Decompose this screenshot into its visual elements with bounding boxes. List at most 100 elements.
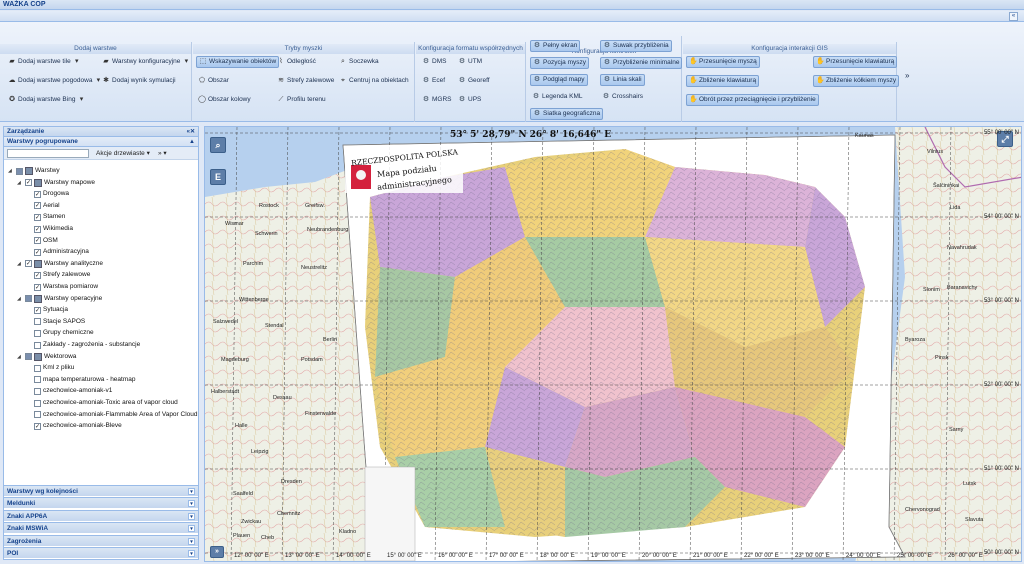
panel-toggle-button[interactable]: E: [210, 169, 226, 185]
tree-node[interactable]: Administracyjna: [26, 247, 89, 257]
keyboard-zoom-button[interactable]: ✋ Zbliżenie klawiaturą: [686, 75, 760, 87]
chevron-down-icon[interactable]: ▾: [188, 488, 195, 495]
overview-map-control-button[interactable]: ⚙ Podgląd mapy: [530, 74, 588, 86]
accordion-header[interactable]: Znaki MSWiA ▾: [4, 522, 198, 534]
tree-node[interactable]: czechowice-amoniak-Flammable Area of Vap…: [26, 410, 198, 420]
layer-checkbox[interactable]: [34, 387, 41, 395]
add-tile-layer-button[interactable]: ▰ Dodaj warstwe tile ▾: [6, 56, 83, 68]
layer-checkbox[interactable]: [34, 422, 41, 430]
layer-checkbox[interactable]: [34, 283, 41, 291]
config-layers-button[interactable]: ▰ Warstwy konfiguracyjne ▾: [100, 56, 192, 68]
chevron-down-icon[interactable]: ▾: [188, 500, 195, 508]
layer-checkbox[interactable]: [25, 179, 32, 187]
chevron-down-icon[interactable]: ▾: [188, 525, 195, 533]
add-simulation-result-button[interactable]: ✱ Dodaj wynik symulacji: [100, 75, 178, 87]
terrain-profile-button[interactable]: ⟋ Profilu terenu: [275, 94, 328, 106]
layer-checkbox[interactable]: [34, 213, 41, 221]
tree-actions-menu[interactable]: Akcje drzewiaste ▾: [96, 149, 150, 157]
tree-node[interactable]: Wikimedia: [26, 224, 73, 234]
search-icon[interactable]: ⌕: [210, 137, 226, 153]
drag-rotate-zoom-button[interactable]: ✋ Obrót przez przeciągnięcie i przybliżen…: [686, 94, 819, 106]
layer-checkbox[interactable]: [34, 237, 41, 245]
graticule-control-button[interactable]: ⚙ Siatka geograficzna: [530, 108, 604, 120]
chevron-down-icon[interactable]: ▾: [188, 537, 195, 545]
expand-icon[interactable]: ◢: [17, 294, 23, 304]
tree-filter-input[interactable]: [7, 149, 89, 158]
tree-node[interactable]: Sytuacja: [26, 305, 68, 315]
ribbon-more-button[interactable]: »: [903, 70, 911, 82]
tree-node[interactable]: Grupy chemiczne: [26, 328, 94, 338]
collapse-ribbon-button[interactable]: «: [1009, 12, 1018, 21]
accordion-header[interactable]: Znaki APP6A ▾: [4, 509, 198, 521]
accordion-header[interactable]: POI ▾: [4, 547, 198, 558]
select-objects-mode-button[interactable]: ⬚ Wskazywanie obiektów: [196, 56, 280, 68]
tree-node[interactable]: Kml z pliku: [26, 363, 74, 373]
expand-icon[interactable]: ◢: [17, 352, 23, 362]
chevron-down-icon[interactable]: ▾: [188, 512, 195, 520]
keyboard-pan-button[interactable]: ✋ Przesunięcie klawiaturą: [813, 56, 898, 68]
tree-node[interactable]: Zakłady - zagrożenia - substancje: [26, 340, 140, 350]
tree-node[interactable]: OSM: [26, 236, 58, 246]
tree-node[interactable]: czechowice-amoniak-v1: [26, 386, 112, 396]
collapse-section-icon[interactable]: ▲: [189, 137, 195, 147]
accordion-header[interactable]: Meldunki ▾: [4, 497, 198, 509]
scale-line-control-button[interactable]: ⚙ Linia skali: [600, 74, 645, 86]
mouse-position-control-button[interactable]: ⚙ Pozycja myszy: [530, 57, 589, 69]
mouse-pan-button[interactable]: ✋ Przesunięcie myszą: [686, 56, 760, 68]
add-bing-layer-button[interactable]: ✪ Dodaj warstwe Bing ▾: [6, 94, 87, 106]
layer-checkbox[interactable]: [16, 167, 23, 175]
layer-checkbox[interactable]: [34, 376, 41, 384]
flood-zones-mode-button[interactable]: ≋ Strefy zalewowe: [275, 75, 336, 87]
expand-icon[interactable]: ◢: [17, 178, 23, 188]
section-header[interactable]: Warstwy pogrupowane ▲: [4, 137, 198, 147]
area-mode-button[interactable]: ⬠ Obszar: [196, 75, 231, 87]
tree-node[interactable]: czechowice-amoniak-Bleve: [26, 421, 122, 431]
expand-icon[interactable]: ◢: [8, 166, 14, 176]
dms-format-button[interactable]: ⚙ DMS: [420, 56, 448, 68]
crosshairs-control-button[interactable]: ⚙ Crosshairs: [600, 91, 645, 103]
tree-node[interactable]: ◢ Warstwy operacyjne: [17, 294, 102, 304]
tree-node[interactable]: Strefy zalewowe: [26, 270, 90, 280]
layer-checkbox[interactable]: [34, 248, 41, 256]
chevron-down-icon[interactable]: ▾: [188, 550, 195, 557]
toolbar-more-button[interactable]: » ▾: [158, 149, 167, 157]
center-objects-button[interactable]: ⌖ Centruj na obiektach: [337, 75, 411, 87]
add-weather-layer-button[interactable]: ☁ Dodaj warstwe pogodowa ▾: [6, 75, 104, 87]
fullscreen-control-button[interactable]: ⚙ Pełny ekran: [530, 40, 581, 52]
layer-checkbox[interactable]: [34, 225, 41, 233]
tree-node[interactable]: ◢ Warstwy: [8, 166, 60, 176]
layer-checkbox[interactable]: [34, 202, 41, 210]
tree-node[interactable]: ◢ Warstwy analityczne: [17, 259, 103, 269]
mgrs-format-button[interactable]: ⚙ MGRS: [420, 94, 454, 106]
map-view[interactable]: 53° 5' 28,79" N 26° 8' 16,646" E RZECZPO…: [204, 126, 1022, 562]
tree-node[interactable]: Warstwa pomiarow: [26, 282, 98, 292]
distance-mode-button[interactable]: ⌇ Odległość: [275, 56, 318, 68]
layer-checkbox[interactable]: [34, 341, 41, 349]
kml-legend-control-button[interactable]: ⚙ Legenda KML: [530, 91, 584, 103]
map-canvas[interactable]: [205, 127, 1022, 562]
layer-checkbox[interactable]: [25, 295, 32, 303]
tree-node[interactable]: czechowice-amoniak-Toxic area of vapor c…: [26, 398, 178, 408]
layer-checkbox[interactable]: [34, 190, 41, 198]
tree-node[interactable]: ◢ Warstwy mapowe: [17, 178, 95, 188]
layer-checkbox[interactable]: [34, 271, 41, 279]
layer-checkbox[interactable]: [34, 399, 41, 407]
tree-node[interactable]: Drogowa: [26, 189, 69, 199]
ups-format-button[interactable]: ⚙ UPS: [456, 94, 483, 106]
lens-mode-button[interactable]: ⌕ Soczewka: [337, 56, 381, 68]
min-zoom-control-button[interactable]: ⚙ Przybliżenie minimalne: [600, 57, 683, 69]
georeff-format-button[interactable]: ⚙ Georeff: [456, 75, 492, 87]
tree-node[interactable]: Aerial: [26, 201, 60, 211]
layer-checkbox[interactable]: [25, 260, 32, 268]
overview-map-toggle-icon[interactable]: »: [210, 546, 224, 558]
ecef-format-button[interactable]: ⚙ Ecef: [420, 75, 447, 87]
layer-checkbox[interactable]: [34, 411, 41, 419]
layer-checkbox[interactable]: [34, 318, 41, 326]
accordion-header[interactable]: Zagrożenia ▾: [4, 534, 198, 546]
layer-checkbox[interactable]: [34, 306, 41, 314]
expand-icon[interactable]: ◢: [17, 259, 23, 269]
utm-format-button[interactable]: ⚙ UTM: [456, 56, 484, 68]
circle-area-mode-button[interactable]: ◯ Obszar kolowy: [196, 94, 253, 106]
zoom-slider-control-button[interactable]: ⚙ Suwak przybliżenia: [600, 40, 672, 52]
accordion-header[interactable]: Warstwy wg kolejności ▾: [4, 485, 198, 496]
